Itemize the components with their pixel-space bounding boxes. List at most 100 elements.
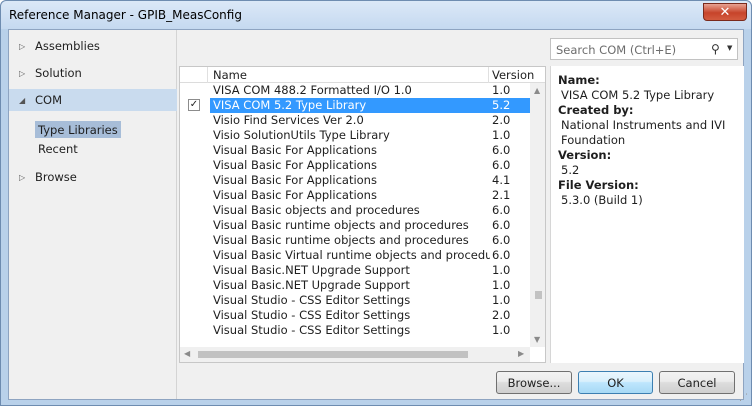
list-row[interactable]: Visio Find Services Ver 2.0 2.0: [180, 113, 530, 128]
nav-subitem-type-libraries[interactable]: Type Libraries: [35, 121, 121, 138]
list-row[interactable]: Visual Basic runtime objects and procedu…: [180, 218, 530, 233]
nav-subitem-recent[interactable]: Recent: [35, 140, 81, 157]
detail-version-value: 5.2: [561, 163, 580, 177]
row-name: Visual Basic Virtual runtime objects and…: [213, 248, 490, 262]
row-name: Visual Basic For Applications: [213, 188, 377, 202]
list-row[interactable]: Visual Basic.NET Upgrade Support 1.0: [180, 278, 530, 293]
title-bar[interactable]: Reference Manager - GPIB_MeasConfig ✕: [1, 1, 751, 29]
row-name: Visio SolutionUtils Type Library: [213, 128, 390, 142]
reference-manager-window: Reference Manager - GPIB_MeasConfig ✕ ▷ …: [0, 0, 752, 406]
detail-file-version-label: File Version:: [558, 178, 639, 192]
nav-item-solution[interactable]: ▷ Solution: [9, 62, 177, 84]
detail-file-version-value: 5.3.0 (Build 1): [561, 193, 643, 207]
row-version: 6.0: [492, 233, 511, 247]
search-input[interactable]: Search COM (Ctrl+E) ⚲ ▼: [550, 38, 738, 60]
scroll-down-arrow-icon[interactable]: ▼: [534, 335, 540, 344]
scroll-thumb[interactable]: [535, 291, 542, 299]
row-name: Visual Basic.NET Upgrade Support: [213, 263, 410, 277]
column-divider[interactable]: [488, 67, 489, 83]
resize-grip-icon[interactable]: ⋰: [739, 393, 748, 403]
row-version: 6.0: [492, 248, 511, 262]
scroll-up-arrow-icon[interactable]: ▲: [534, 86, 540, 95]
list-row[interactable]: ✓ VISA COM 5.2 Type Library 5.2: [180, 98, 530, 113]
row-version: 1.0: [492, 293, 511, 307]
row-version: 6.0: [492, 203, 511, 217]
row-name: Visual Basic objects and procedures: [213, 203, 420, 217]
list-row[interactable]: Visual Studio - CSS Editor Settings 2.0: [180, 308, 530, 323]
row-name: Visual Studio - CSS Editor Settings: [213, 293, 411, 307]
chevron-down-icon[interactable]: ▼: [727, 44, 732, 52]
detail-created-value: National Instruments and IVI Foundation: [561, 118, 726, 147]
nav-item-assemblies[interactable]: ▷ Assemblies: [9, 35, 177, 57]
expand-triangle-icon: ▷: [19, 41, 26, 51]
list-header: Name Version: [180, 67, 545, 83]
dialog-client-area: ▷ Assemblies ▷ Solution ◢ COM Type Libra…: [8, 29, 744, 400]
row-name: Visual Studio - CSS Editor Settings: [213, 308, 411, 322]
list-row[interactable]: Visual Basic objects and procedures 6.0: [180, 203, 530, 218]
close-button[interactable]: ✕: [703, 3, 747, 21]
detail-name-value: VISA COM 5.2 Type Library: [561, 88, 715, 102]
vertical-scrollbar[interactable]: ▲ ▼: [530, 83, 545, 347]
row-name: Visual Basic For Applications: [213, 173, 377, 187]
column-header-name[interactable]: Name: [213, 68, 247, 82]
window-title: Reference Manager - GPIB_MeasConfig: [9, 8, 242, 22]
nav-item-label: Browse: [35, 170, 77, 184]
row-name: Visual Basic runtime objects and procedu…: [213, 233, 469, 247]
details-pane: Name: VISA COM 5.2 Type Library Created …: [550, 66, 744, 363]
scroll-thumb[interactable]: [198, 351, 468, 358]
list-row[interactable]: Visual Basic For Applications 2.1: [180, 188, 530, 203]
row-version: 4.1: [492, 173, 511, 187]
list-row[interactable]: Visual Basic For Applications 4.1: [180, 173, 530, 188]
list-row[interactable]: Visual Studio - CSS Editor Settings 1.0: [180, 293, 530, 308]
row-version: 1.0: [492, 83, 511, 97]
row-name: Visual Basic runtime objects and procedu…: [213, 218, 469, 232]
row-name: Visual Basic For Applications: [213, 143, 377, 157]
nav-item-label: Assemblies: [35, 39, 100, 53]
row-version: 6.0: [492, 158, 511, 172]
scroll-left-arrow-icon[interactable]: ◀: [184, 349, 190, 358]
row-name: Visual Basic For Applications: [213, 158, 377, 172]
list-row[interactable]: Visual Basic Virtual runtime objects and…: [180, 248, 530, 263]
row-name: VISA COM 5.2 Type Library: [213, 98, 367, 112]
row-version: 5.2: [492, 98, 511, 112]
com-library-list[interactable]: Name Version VISA COM 488.2 Formatted I/…: [179, 66, 546, 363]
horizontal-scrollbar[interactable]: ◀ ▶: [180, 347, 530, 362]
row-version: 2.0: [492, 308, 511, 322]
row-checkbox[interactable]: ✓: [188, 99, 200, 111]
list-row[interactable]: VISA COM 488.2 Formatted I/O 1.0 1.0: [180, 83, 530, 98]
search-placeholder: Search COM (Ctrl+E): [556, 43, 677, 57]
expand-triangle-icon: ▷: [19, 68, 26, 78]
expand-triangle-icon: ▷: [19, 172, 26, 182]
nav-item-label: Solution: [35, 66, 82, 80]
nav-item-label: COM: [35, 93, 63, 107]
list-row[interactable]: Visual Basic For Applications 6.0: [180, 158, 530, 173]
row-version: 6.0: [492, 143, 511, 157]
list-row[interactable]: Visio SolutionUtils Type Library 1.0: [180, 128, 530, 143]
column-header-version[interactable]: Version: [492, 68, 534, 82]
detail-version-label: Version:: [558, 148, 612, 162]
row-version: 1.0: [492, 323, 511, 337]
browse-button[interactable]: Browse...: [496, 371, 572, 394]
column-divider[interactable]: [207, 67, 208, 83]
list-row[interactable]: Visual Studio - CSS Editor Settings 1.0: [180, 323, 530, 338]
row-name: VISA COM 488.2 Formatted I/O 1.0: [213, 83, 412, 97]
list-row[interactable]: Visual Basic For Applications 6.0: [180, 143, 530, 158]
left-nav: ▷ Assemblies ▷ Solution ◢ COM Type Libra…: [9, 30, 177, 399]
nav-item-browse[interactable]: ▷ Browse: [9, 166, 177, 188]
ok-button[interactable]: OK: [578, 371, 653, 394]
cancel-button[interactable]: Cancel: [659, 371, 735, 394]
row-name: Visio Find Services Ver 2.0: [213, 113, 364, 127]
list-row[interactable]: Visual Basic runtime objects and procedu…: [180, 233, 530, 248]
collapse-triangle-icon: ◢: [19, 95, 26, 105]
row-name: Visual Studio - CSS Editor Settings: [213, 323, 411, 337]
row-version: 6.0: [492, 218, 511, 232]
search-icon[interactable]: ⚲: [711, 42, 720, 56]
detail-created-label: Created by:: [558, 103, 634, 117]
row-version: 1.0: [492, 128, 511, 142]
list-row[interactable]: Visual Basic.NET Upgrade Support 1.0: [180, 263, 530, 278]
row-version: 1.0: [492, 278, 511, 292]
scroll-right-arrow-icon[interactable]: ▶: [518, 349, 524, 358]
row-version: 1.0: [492, 263, 511, 277]
nav-item-com[interactable]: ◢ COM: [9, 89, 177, 111]
detail-name-label: Name:: [558, 73, 600, 87]
